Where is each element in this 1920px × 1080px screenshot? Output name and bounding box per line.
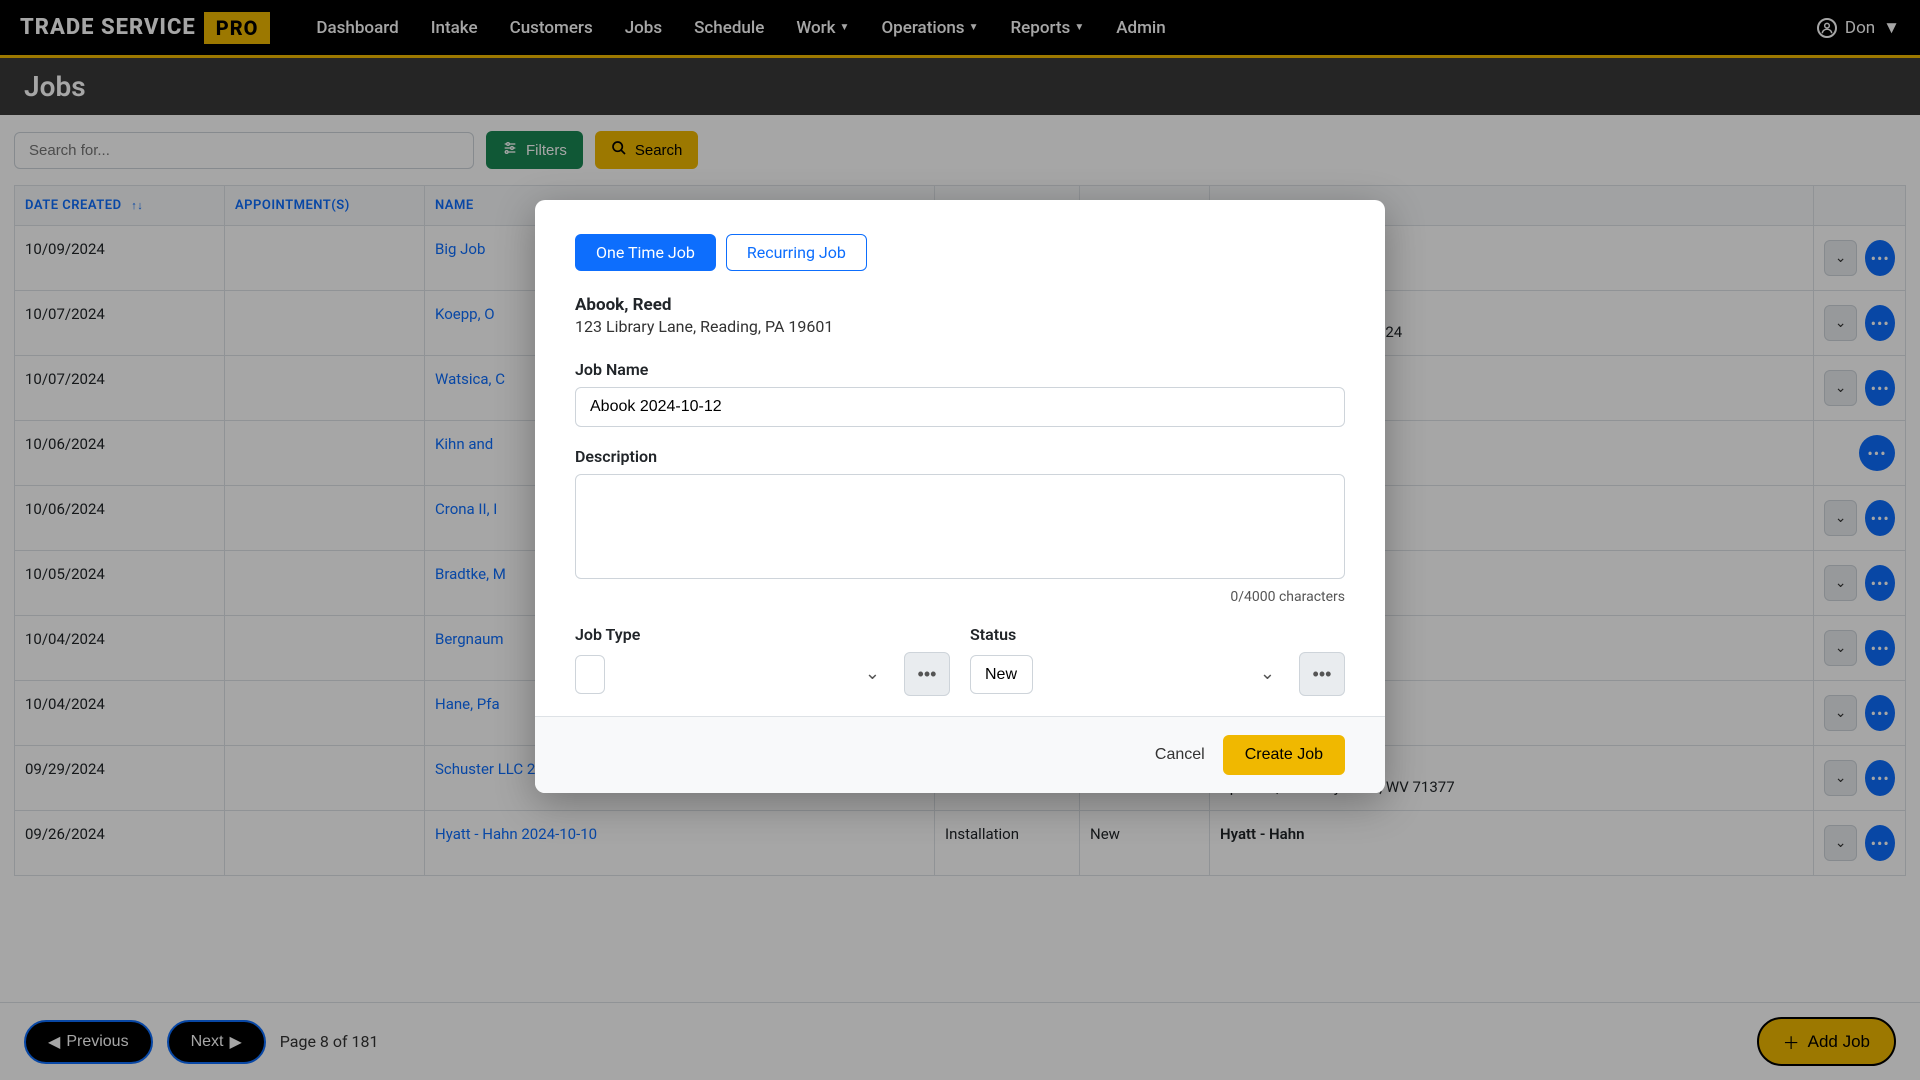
modal-customer-name: Abook, Reed — [575, 295, 1345, 315]
modal-footer: Cancel Create Job — [535, 716, 1385, 793]
job-name-input[interactable] — [575, 387, 1345, 427]
status-select[interactable]: New — [970, 655, 1033, 694]
cancel-button[interactable]: Cancel — [1155, 746, 1205, 764]
modal-overlay[interactable]: One Time Job Recurring Job Abook, Reed 1… — [0, 0, 1920, 1080]
ellipsis-icon: ••• — [918, 664, 937, 685]
job-name-label: Job Name — [575, 360, 1345, 379]
tab-recurring-job[interactable]: Recurring Job — [726, 234, 867, 271]
status-more-button[interactable]: ••• — [1299, 652, 1345, 696]
char-count: 0/4000 characters — [575, 589, 1345, 605]
job-type-tabs: One Time Job Recurring Job — [575, 234, 1345, 271]
job-type-more-button[interactable]: ••• — [904, 652, 950, 696]
ellipsis-icon: ••• — [1313, 664, 1332, 685]
job-type-select[interactable] — [575, 655, 605, 694]
description-textarea[interactable] — [575, 474, 1345, 579]
tab-one-time-job[interactable]: One Time Job — [575, 234, 716, 271]
create-job-button[interactable]: Create Job — [1223, 735, 1345, 775]
description-label: Description — [575, 447, 1345, 466]
modal-customer-address: 123 Library Lane, Reading, PA 19601 — [575, 317, 1345, 336]
status-label: Status — [970, 625, 1345, 644]
job-type-label: Job Type — [575, 625, 950, 644]
create-job-modal: One Time Job Recurring Job Abook, Reed 1… — [535, 200, 1385, 793]
